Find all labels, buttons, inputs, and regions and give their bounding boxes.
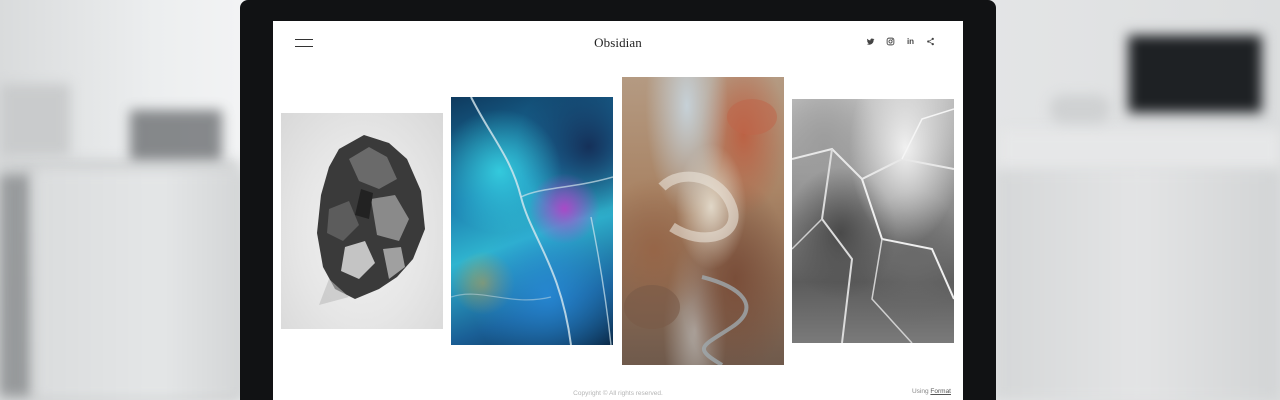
gallery-photo-ice[interactable] bbox=[792, 99, 954, 343]
footer-copyright: Copyright © All rights reserved. bbox=[573, 390, 663, 397]
background-partition-left bbox=[34, 170, 244, 400]
gallery-photo-aerial-desert[interactable] bbox=[622, 77, 784, 365]
photo-gallery bbox=[273, 21, 963, 400]
background-chair-left bbox=[0, 175, 30, 395]
crystal-rock-shape bbox=[317, 135, 425, 305]
footer-using-prefix: Using bbox=[911, 388, 931, 395]
laptop-screen: Obsidian in Copyright © All rights reser… bbox=[273, 21, 963, 400]
background-monitor-right bbox=[1125, 32, 1265, 116]
gallery-photo-crystal[interactable] bbox=[281, 113, 443, 329]
background-monitor-left bbox=[0, 84, 70, 156]
gallery-photo-blue-mineral[interactable] bbox=[451, 97, 613, 345]
ice-cracks bbox=[792, 108, 954, 343]
footer-using-format: Using Format bbox=[912, 388, 951, 395]
background-object-right bbox=[1050, 95, 1110, 123]
background-monitor-left-dark bbox=[130, 110, 222, 160]
background-desk-right bbox=[995, 170, 1280, 400]
background-shelf-right bbox=[1000, 130, 1280, 170]
format-link[interactable]: Format bbox=[930, 388, 951, 395]
mineral-veins bbox=[451, 97, 613, 345]
aerial-terrain bbox=[624, 99, 777, 365]
